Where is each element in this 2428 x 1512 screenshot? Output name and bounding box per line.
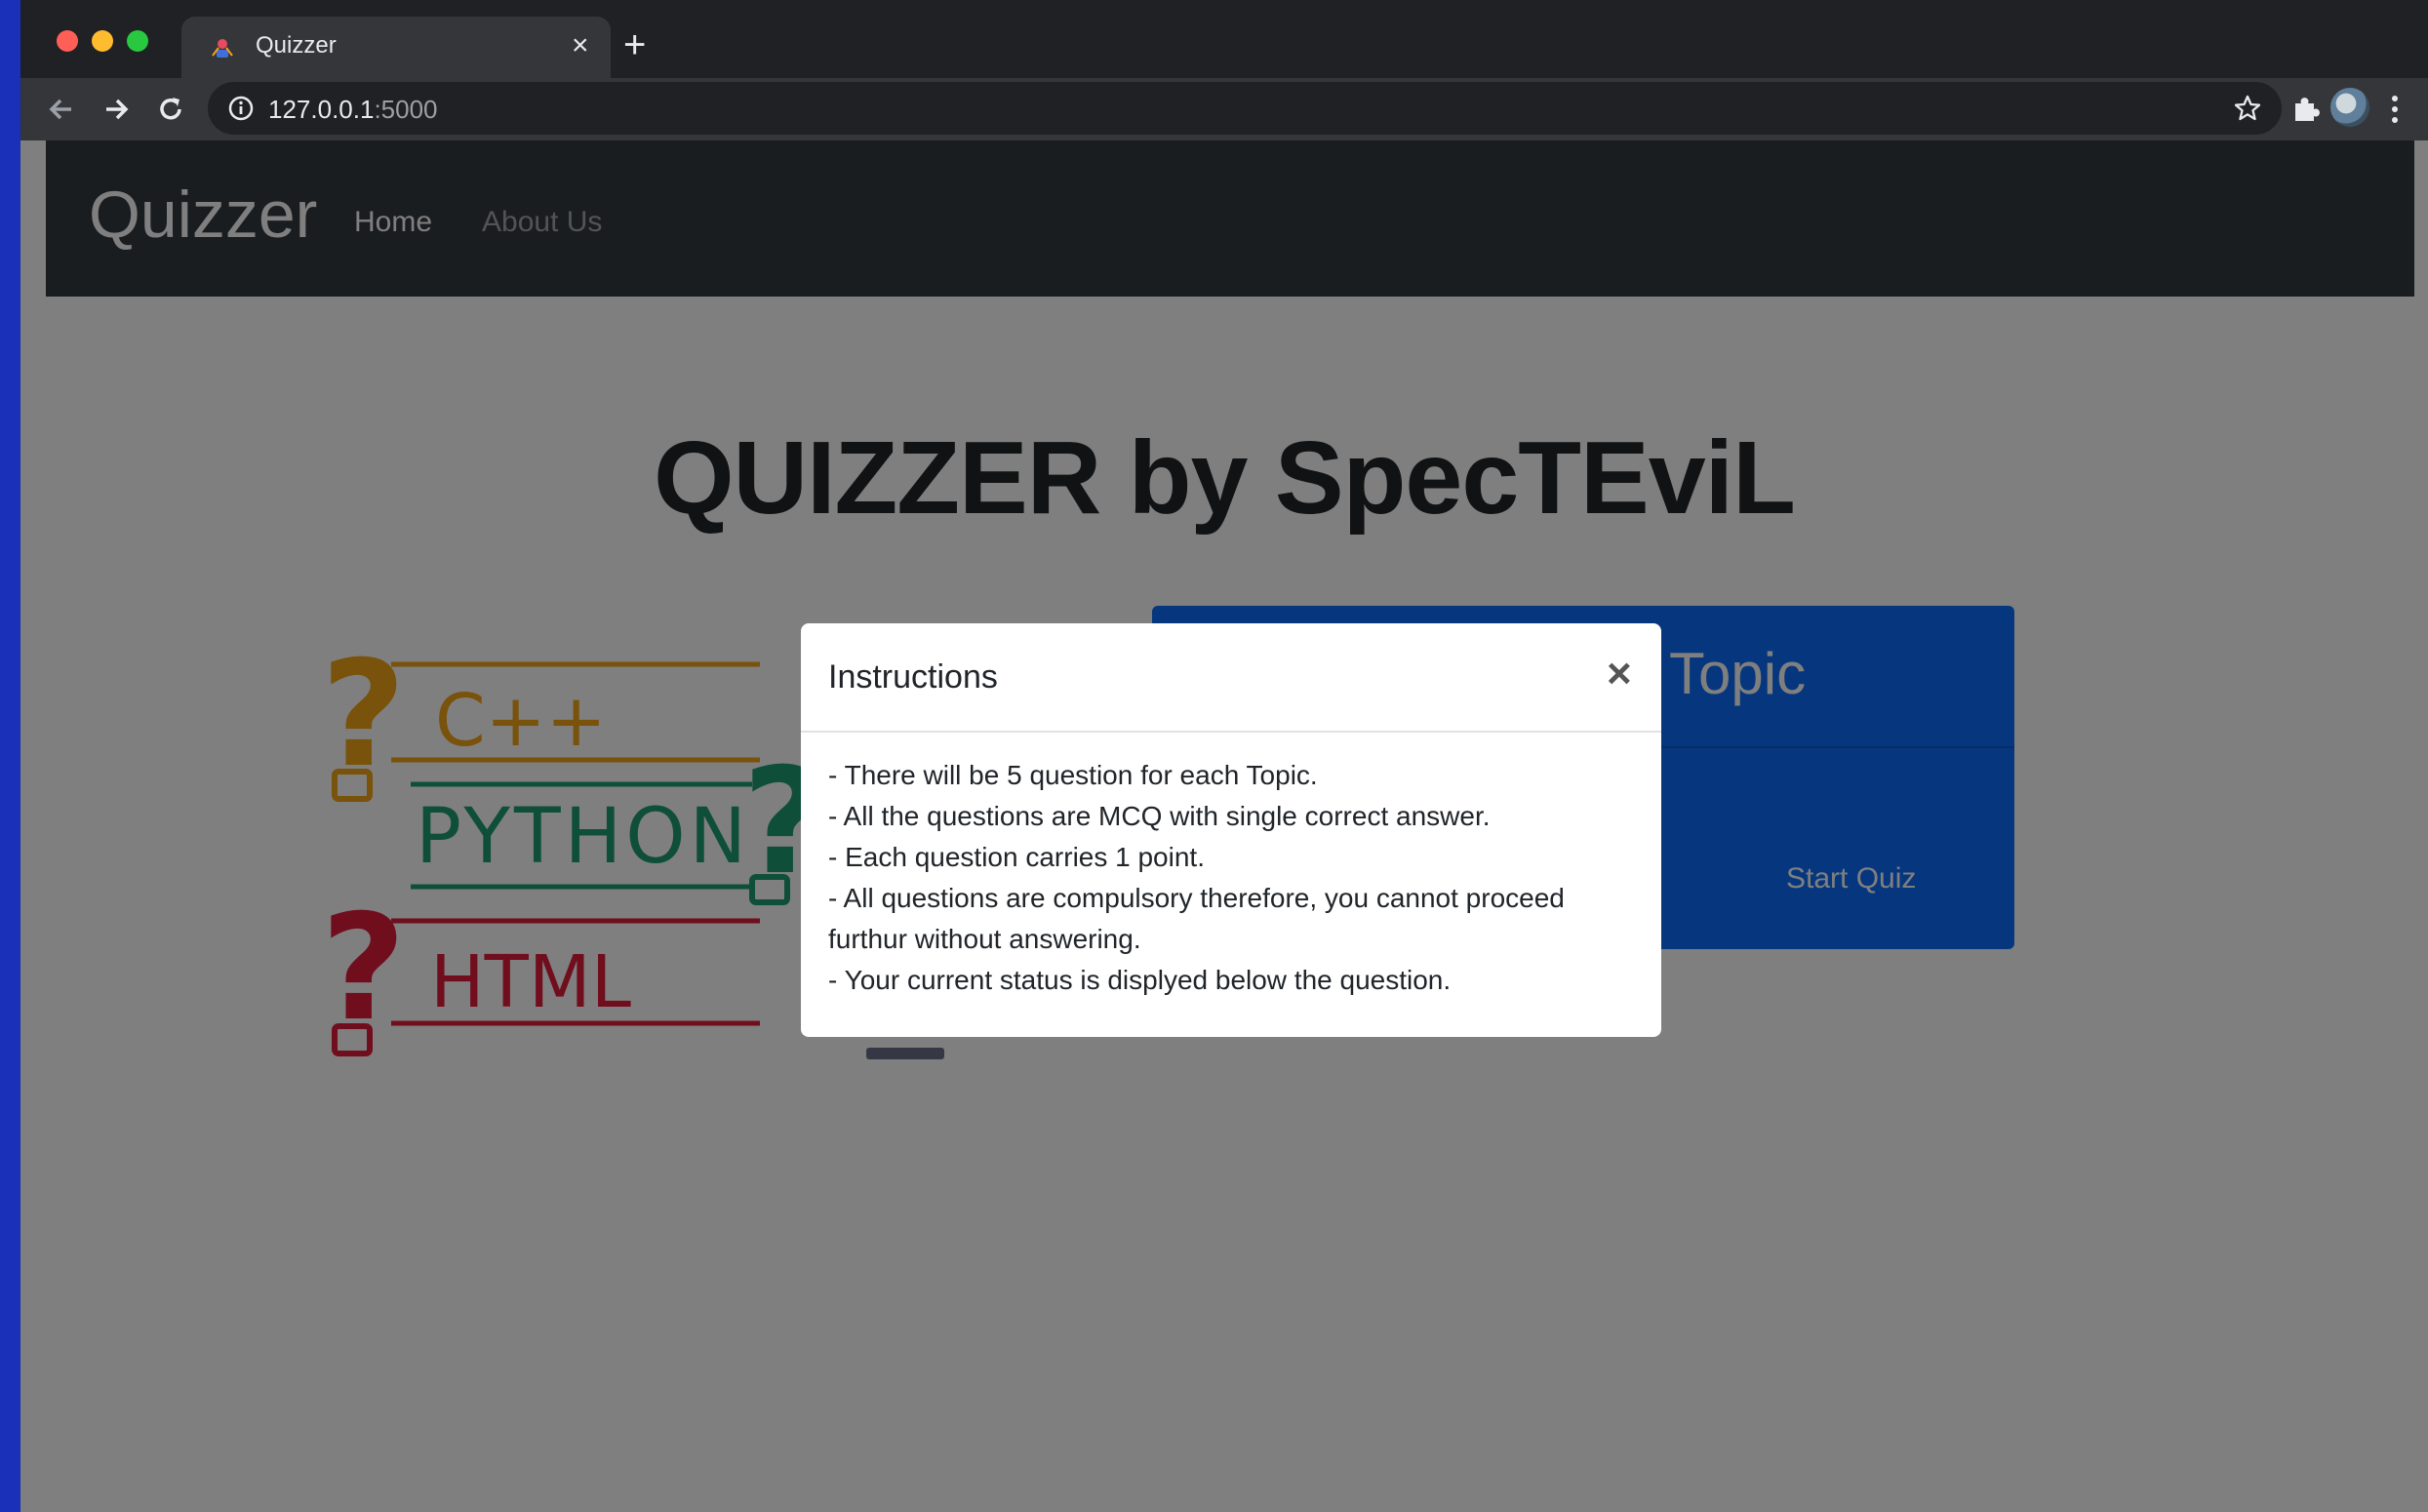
browser-toolbar: 127.0.0.1:5000 bbox=[20, 78, 2428, 140]
modal-header: Instructions × bbox=[801, 623, 1661, 733]
url-host: 127.0.0.1 bbox=[268, 95, 375, 124]
browser-window: Quizzer × + 127.0.0.1:5000 Instructions … bbox=[20, 0, 2428, 1512]
back-arrow-icon[interactable] bbox=[44, 92, 79, 127]
url-text: 127.0.0.1:5000 bbox=[268, 95, 438, 125]
instruction-line: - All the questions are MCQ with single … bbox=[828, 801, 1491, 831]
kebab-menu-icon[interactable] bbox=[2389, 94, 2401, 125]
browser-tab[interactable]: Quizzer × bbox=[181, 17, 611, 78]
modal-title: Instructions bbox=[828, 658, 998, 696]
modal-body: - There will be 5 question for each Topi… bbox=[828, 755, 1634, 1001]
instructions-modal: Instructions × - There will be 5 questio… bbox=[801, 623, 1661, 1037]
page-viewport: Quizzer Home About Us QUIZZER by SpecTEv… bbox=[20, 140, 2428, 1512]
profile-avatar[interactable] bbox=[2330, 88, 2369, 127]
window-close-button[interactable] bbox=[57, 30, 78, 52]
extensions-puzzle-icon[interactable] bbox=[2289, 92, 2323, 125]
modal-close-icon[interactable]: × bbox=[1607, 653, 1632, 696]
new-tab-button[interactable]: + bbox=[623, 25, 646, 64]
close-tab-icon[interactable]: × bbox=[572, 28, 589, 63]
info-icon[interactable] bbox=[227, 95, 255, 122]
window-minimize-button[interactable] bbox=[92, 30, 113, 52]
instruction-line: - There will be 5 question for each Topi… bbox=[828, 760, 1318, 790]
url-port: :5000 bbox=[374, 95, 438, 124]
reload-icon[interactable] bbox=[153, 92, 188, 127]
window-zoom-button[interactable] bbox=[127, 30, 148, 52]
instruction-line: - Each question carries 1 point. bbox=[828, 842, 1205, 872]
bookmark-star-icon[interactable] bbox=[2233, 94, 2262, 123]
address-bar[interactable]: 127.0.0.1:5000 bbox=[208, 82, 2282, 135]
forward-arrow-icon[interactable] bbox=[99, 92, 134, 127]
tab-bar: Quizzer × + bbox=[20, 0, 2428, 78]
quiz-favicon-icon bbox=[212, 39, 233, 58]
tab-title: Quizzer bbox=[256, 32, 337, 59]
instruction-line: - All questions are compulsory therefore… bbox=[828, 883, 1565, 954]
instruction-line: - Your current status is displyed below … bbox=[828, 965, 1452, 995]
